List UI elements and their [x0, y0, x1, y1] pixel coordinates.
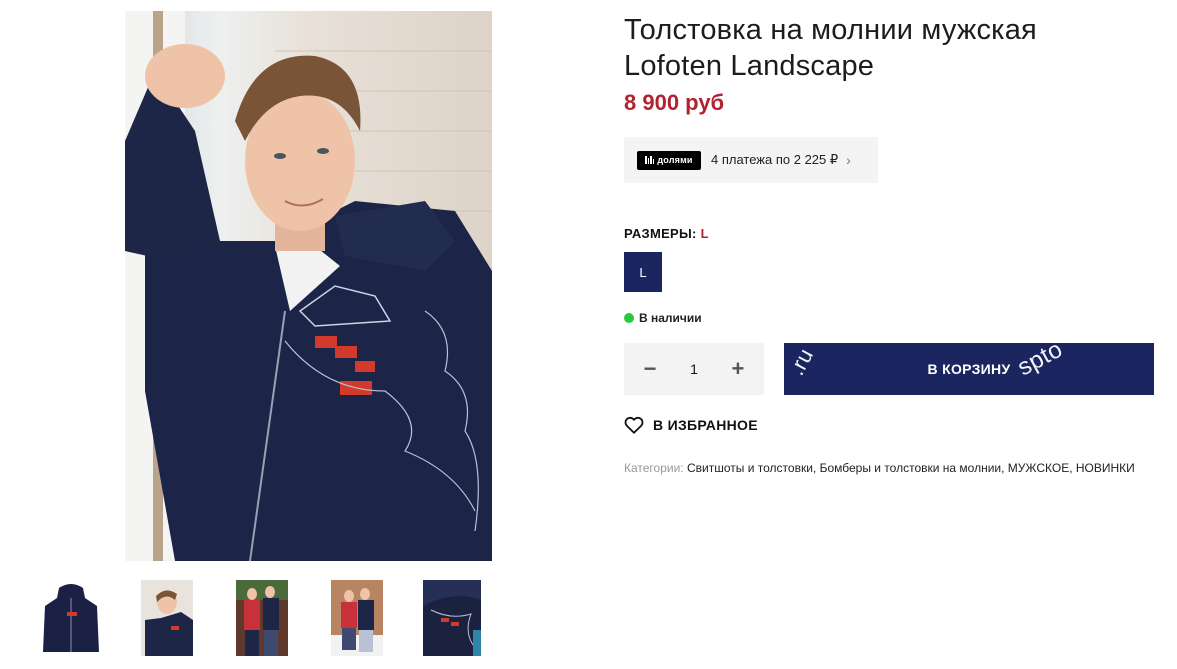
- installments-text: 4 платежа по 2 225 ₽: [711, 152, 839, 167]
- sizes-label-text: РАЗМЕРЫ:: [624, 226, 697, 241]
- favorites-label: В ИЗБРАННОЕ: [653, 417, 758, 433]
- sizes-label: РАЗМЕРЫ: L: [624, 226, 709, 241]
- categories-label: Категории:: [624, 461, 684, 475]
- thumbnail-3[interactable]: [236, 580, 288, 656]
- add-to-cart-label: В КОРЗИНУ: [927, 361, 1011, 377]
- quantity-decrease-button[interactable]: −: [642, 356, 658, 382]
- thumbnail-2[interactable]: [141, 580, 193, 656]
- dolyami-logo-text: долями: [657, 155, 693, 165]
- selected-size: L: [700, 226, 709, 241]
- dolyami-bars-icon: [645, 156, 655, 164]
- thumbnail-5[interactable]: [423, 580, 481, 656]
- installments-widget[interactable]: долями 4 платежа по 2 225 ₽ ›: [624, 137, 878, 183]
- product-title-line1: Толстовка на молнии мужская: [624, 14, 1037, 46]
- watermark-text-2: spto: [1013, 343, 1068, 382]
- add-to-cart-button[interactable]: .ru В КОРЗИНУ spto: [784, 343, 1154, 395]
- dolyami-logo: долями: [637, 150, 701, 170]
- product-price: 8 900 руб: [624, 90, 725, 115]
- product-main-image[interactable]: [125, 11, 492, 561]
- product-categories: Категории: Свитшоты и толстовки, Бомберы…: [624, 461, 1135, 475]
- stock-status: В наличии: [624, 311, 702, 325]
- category-link-new[interactable]: НОВИНКИ: [1076, 461, 1135, 475]
- size-option-l[interactable]: L: [624, 252, 662, 292]
- stock-text: В наличии: [639, 311, 702, 325]
- product-title-line2: Lofoten Landscape: [624, 50, 875, 82]
- thumbnail-4[interactable]: [331, 580, 383, 656]
- chevron-right-icon: ›: [846, 152, 851, 168]
- watermark-text-1: .ru: [784, 344, 819, 380]
- stock-dot-icon: [624, 313, 634, 323]
- quantity-increase-button[interactable]: +: [730, 356, 746, 382]
- quantity-value[interactable]: 1: [690, 361, 698, 377]
- category-link-sweatshirts[interactable]: Свитшоты и толстовки: [687, 461, 813, 475]
- category-link-mens[interactable]: МУЖСКОЕ: [1008, 461, 1069, 475]
- product-title: Толстовка на молнии мужская Lofoten Land…: [624, 12, 1144, 84]
- category-link-bombers[interactable]: Бомберы и толстовки на молнии: [820, 461, 1002, 475]
- add-to-favorites-button[interactable]: В ИЗБРАННОЕ: [624, 416, 758, 434]
- heart-icon: [624, 416, 644, 434]
- thumbnail-1[interactable]: [41, 580, 101, 656]
- quantity-stepper: − 1 +: [624, 343, 764, 395]
- thumbnail-strip: [38, 580, 498, 660]
